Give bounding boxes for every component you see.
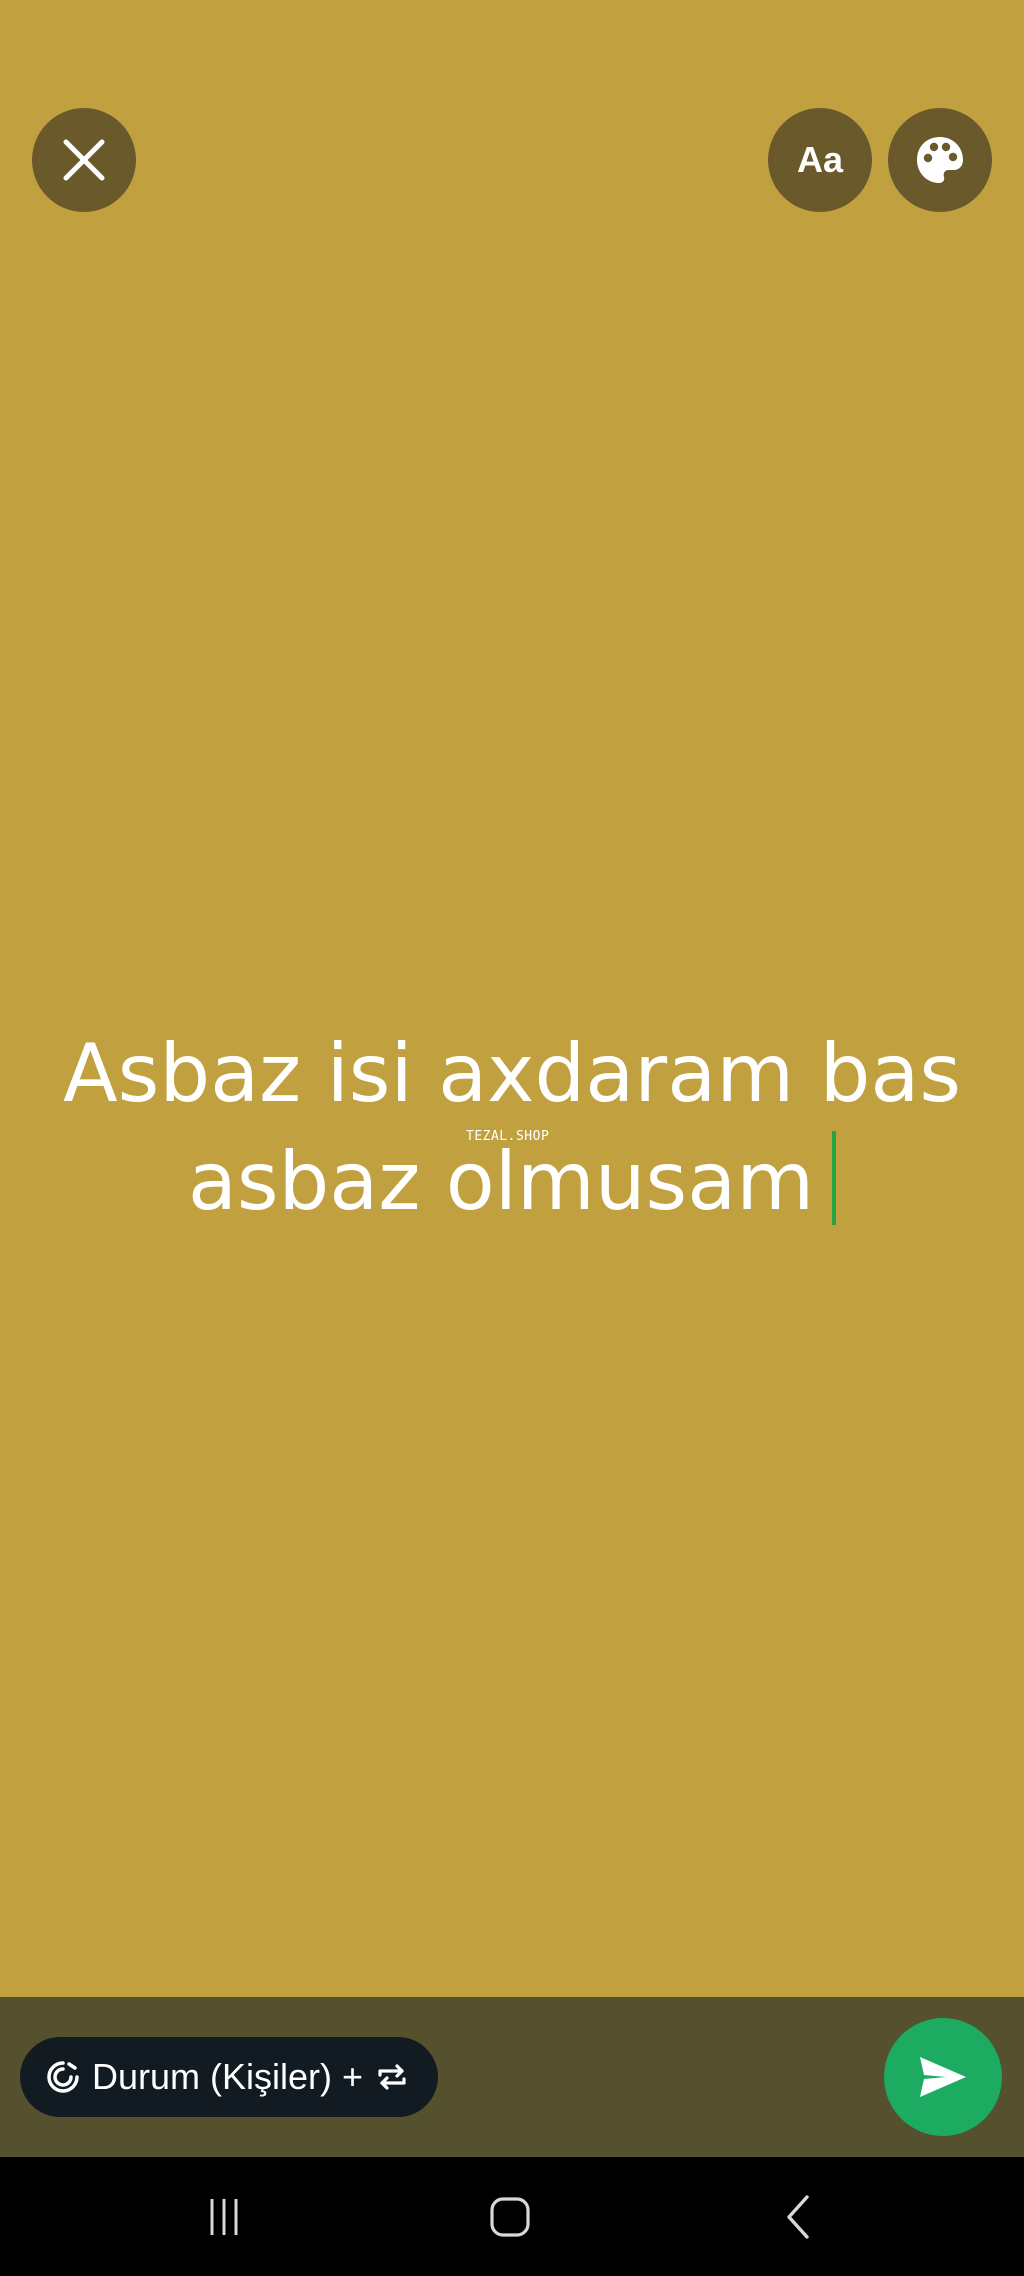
bottom-bar: Durum (Kişiler) + — [0, 1997, 1024, 2157]
back-icon — [787, 2195, 809, 2239]
status-text-line-2: asbaz olmusam — [187, 1135, 815, 1228]
system-navigation-bar — [0, 2157, 1024, 2276]
status-text-line-1: Asbaz isi axdaram bas — [62, 1027, 962, 1120]
home-icon — [490, 2197, 530, 2237]
font-style-button[interactable]: Aa — [768, 108, 872, 212]
close-button[interactable] — [32, 108, 136, 212]
watermark: TEZAL.SHOP — [466, 1129, 550, 1144]
recents-icon — [210, 2199, 238, 2235]
audience-selector-button[interactable]: Durum (Kişiler) + — [20, 2037, 438, 2117]
home-button[interactable] — [480, 2187, 540, 2247]
font-style-label: Aa — [796, 139, 844, 180]
close-icon — [63, 139, 105, 181]
status-ring-icon — [47, 2061, 79, 2093]
status-text-area[interactable]: Asbaz isi axdaram bas asbaz olmusam — [0, 1020, 1024, 1236]
status-text-line-2-wrap: asbaz olmusam — [0, 1128, 1024, 1236]
audience-label: Durum (Kişiler) + — [92, 2056, 364, 2097]
background-color-button[interactable] — [888, 108, 992, 212]
back-button[interactable] — [768, 2187, 828, 2247]
text-cursor — [832, 1131, 837, 1225]
repeat-icon — [378, 2064, 406, 2090]
send-button[interactable] — [884, 2018, 1002, 2136]
recents-button[interactable] — [194, 2187, 254, 2247]
send-icon — [920, 2057, 966, 2097]
status-composer-screen: Aa Asbaz isi axdaram bas asbaz olmusam T… — [0, 0, 1024, 2276]
palette-icon — [917, 137, 963, 183]
